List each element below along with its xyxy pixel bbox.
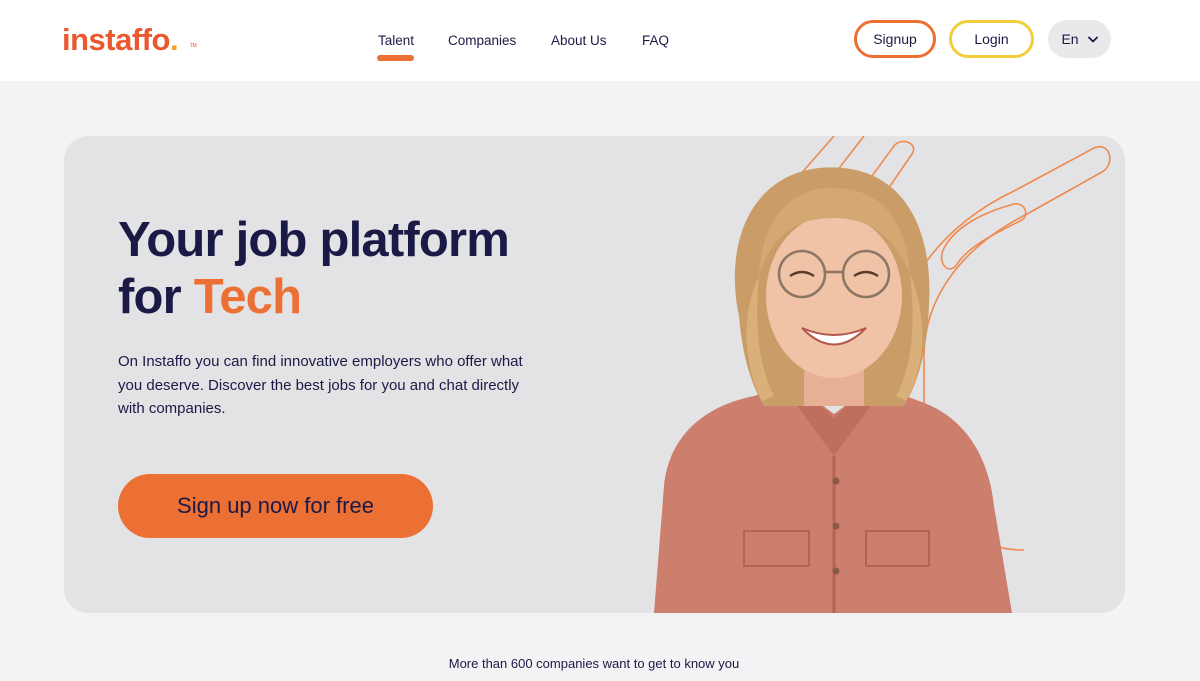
login-button-label: Login <box>974 31 1009 47</box>
nav-item-talent[interactable]: Talent <box>378 33 414 48</box>
signup-cta-label: Sign up now for free <box>177 493 374 518</box>
signup-button[interactable]: Signup <box>854 20 936 58</box>
smiling-woman-photo <box>654 167 1012 613</box>
chevron-down-icon <box>1087 36 1098 42</box>
signup-button-label: Signup <box>873 31 917 47</box>
language-select[interactable]: En <box>1048 20 1111 58</box>
hero-title-line1: Your job platform <box>118 213 510 267</box>
nav-item-companies[interactable]: Companies <box>448 33 516 48</box>
language-value: En <box>1061 31 1079 47</box>
hero-title: Your job platform for Tech <box>118 212 510 326</box>
site-header: instaffo. TM Talent Companies About Us FA… <box>0 0 1200 81</box>
hero-section: Your job platform for Tech On Instaffo yo… <box>64 136 1125 613</box>
hero-description: On Instaffo you can find innovative empl… <box>118 353 523 417</box>
login-button[interactable]: Login <box>949 20 1034 58</box>
active-nav-indicator <box>377 55 414 61</box>
hero-title-accent: Tech <box>193 270 302 324</box>
companies-count-note: More than 600 companies want to get to k… <box>448 656 740 671</box>
signup-cta-button[interactable]: Sign up now for free <box>118 474 433 538</box>
hero-title-line2-prefix: for <box>118 270 194 324</box>
nav-item-faq[interactable]: FAQ <box>642 33 669 48</box>
instaffo-logo[interactable]: instaffo. TM <box>62 22 197 58</box>
nav-item-about-us[interactable]: About Us <box>551 33 607 48</box>
